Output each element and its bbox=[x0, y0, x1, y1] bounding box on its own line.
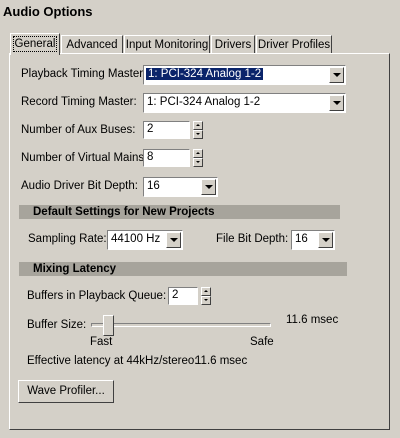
title-bar[interactable]: Audio Options bbox=[0, 0, 400, 24]
tab-general[interactable]: General bbox=[10, 33, 60, 55]
tab-panel-general bbox=[9, 53, 390, 430]
tab-input-monitoring[interactable]: Input Monitoring bbox=[124, 35, 210, 54]
tab-drivers[interactable]: Drivers bbox=[211, 35, 255, 54]
tab-advanced[interactable]: Advanced bbox=[61, 35, 123, 54]
tab-driver-profiles[interactable]: Driver Profiles bbox=[256, 35, 332, 54]
window-title: Audio Options bbox=[3, 4, 93, 19]
